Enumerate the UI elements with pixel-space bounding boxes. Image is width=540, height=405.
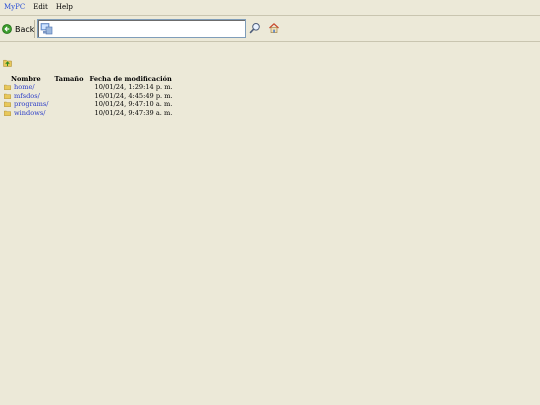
folder-link-home[interactable]: home/ [14, 83, 35, 91]
folder-link-mfsdos[interactable]: mfsdos/ [14, 92, 40, 100]
back-label: Back [15, 24, 35, 34]
folder-icon [4, 93, 11, 99]
back-button[interactable]: Back [2, 22, 34, 36]
folder-up-icon[interactable] [3, 58, 12, 67]
folder-icon [4, 110, 11, 116]
file-table: Nombre Tamaño Fecha de modificación home… [4, 75, 176, 117]
home-icon[interactable] [268, 22, 280, 34]
size-cell [52, 83, 87, 92]
modified-cell: 10/01/24, 9:47:39 a. m. [94, 108, 173, 117]
name-cell: programs/ [4, 100, 52, 109]
menu-help[interactable]: Help [52, 0, 77, 15]
folder-link-windows[interactable]: windows/ [14, 109, 45, 117]
computer-icon [40, 23, 53, 35]
folder-link-programs[interactable]: programs/ [14, 100, 49, 108]
folder-icon [4, 84, 11, 90]
column-header-modified[interactable]: Fecha de modificación [87, 75, 176, 83]
modified-cell: 10/01/24, 1:29:14 p. m. [94, 83, 173, 91]
table-row: programs/ 10/01/24, 9:47:10 a. m. [4, 100, 176, 109]
address-bar[interactable] [37, 19, 246, 38]
name-cell: windows/ [4, 109, 52, 118]
name-cell: mfsdos/ [4, 92, 52, 101]
toolbar-divider [0, 41, 540, 42]
menu-edit[interactable]: Edit [29, 0, 52, 15]
menu-mypc[interactable]: MyPC [0, 0, 29, 15]
table-row: home/ 10/01/24, 1:29:14 p. m. [4, 83, 176, 92]
column-header-name[interactable]: Nombre [4, 75, 52, 83]
size-cell [52, 100, 87, 109]
toolbar-separator [34, 20, 35, 38]
size-cell [52, 109, 87, 118]
modified-cell: 16/01/24, 4:45:49 p. m. [94, 91, 173, 100]
table-header-row: Nombre Tamaño Fecha de modificación [4, 75, 176, 83]
table-row: windows/ 10/01/24, 9:47:39 a. m. [4, 109, 176, 118]
menu-bar: MyPC Edit Help [0, 0, 540, 15]
modified-cell: 10/01/24, 9:47:10 a. m. [94, 100, 173, 108]
folder-icon [4, 101, 11, 107]
back-arrow-icon [2, 24, 12, 34]
size-cell [52, 92, 87, 101]
column-header-size[interactable]: Tamaño [52, 75, 87, 83]
address-input[interactable] [55, 22, 241, 35]
name-cell: home/ [4, 83, 52, 92]
table-row: mfsdos/ 16/01/24, 4:45:49 p. m. [4, 92, 176, 101]
toolbar: Back [0, 16, 540, 42]
magnifier-icon[interactable] [249, 22, 261, 34]
